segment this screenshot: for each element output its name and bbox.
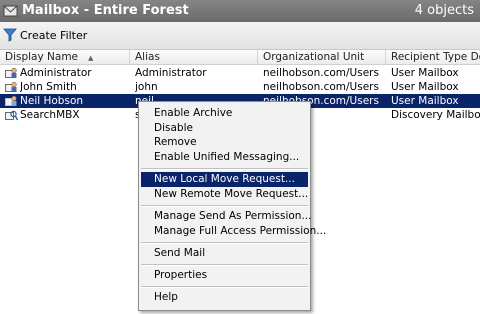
- menu-item-enable-archive[interactable]: Enable Archive: [141, 106, 308, 121]
- menu-item-remove[interactable]: Remove: [141, 135, 308, 150]
- toolbar: Create Filter: [0, 22, 480, 50]
- menu-separator: [141, 264, 308, 266]
- create-filter-button[interactable]: Create Filter: [3, 27, 87, 43]
- column-header: Display Name ▲ Alias Organizational Unit …: [0, 50, 480, 65]
- user-mailbox-icon: [5, 81, 17, 92]
- column-organizational-unit[interactable]: Organizational Unit: [258, 50, 386, 64]
- user-mailbox-icon: [5, 95, 17, 106]
- cell-alias: Administrator: [135, 67, 207, 79]
- menu-item-enable-unified-messaging[interactable]: Enable Unified Messaging...: [141, 150, 308, 165]
- discovery-mailbox-icon: [5, 110, 18, 121]
- cell-type: User Mailbox: [391, 67, 459, 79]
- window-title: Mailbox - Entire Forest: [22, 3, 189, 18]
- menu-separator: [141, 286, 308, 288]
- menu-item-send-mail[interactable]: Send Mail: [141, 246, 308, 261]
- cell-display-name: John Smith: [20, 81, 77, 93]
- menu-item-manage-send-as-permission[interactable]: Manage Send As Permission...: [141, 209, 311, 224]
- column-display-name[interactable]: Display Name ▲: [0, 50, 130, 64]
- column-recipient-type[interactable]: Recipient Type Detail: [386, 50, 480, 64]
- menu-item-help[interactable]: Help: [141, 290, 308, 305]
- menu-item-disable[interactable]: Disable: [141, 121, 308, 136]
- column-label: Display Name: [5, 51, 79, 63]
- mailbox-icon: [3, 5, 18, 17]
- table-row[interactable]: Administrator Administrator neilhobson.c…: [0, 66, 480, 80]
- column-alias[interactable]: Alias: [130, 50, 258, 64]
- window-titlebar: Mailbox - Entire Forest 4 objects: [0, 0, 480, 22]
- context-menu: Enable Archive Disable Remove Enable Uni…: [138, 101, 326, 311]
- filter-icon: [3, 28, 17, 42]
- menu-separator: [141, 205, 308, 207]
- menu-item-manage-full-access-permission[interactable]: Manage Full Access Permission...: [141, 224, 326, 239]
- cell-ou: neilhobson.com/Users: [263, 67, 379, 79]
- menu-item-new-remote-move-request[interactable]: New Remote Move Request...: [141, 187, 308, 202]
- menu-separator: [141, 168, 308, 170]
- menu-item-properties[interactable]: Properties: [141, 268, 308, 283]
- create-filter-label: Create Filter: [20, 28, 88, 42]
- cell-display-name: Neil Hobson: [20, 95, 84, 107]
- cell-type: Discovery Mailbox: [391, 109, 480, 121]
- sort-ascending-icon: ▲: [88, 54, 94, 62]
- object-count: 4 objects: [414, 3, 474, 18]
- cell-alias: john: [135, 81, 158, 93]
- user-mailbox-icon: [5, 67, 17, 78]
- menu-separator: [141, 242, 308, 244]
- cell-type: User Mailbox: [391, 95, 459, 107]
- cell-ou: neilhobson.com/Users: [263, 81, 379, 93]
- menu-item-new-local-move-request[interactable]: New Local Move Request...: [141, 172, 308, 187]
- table-row[interactable]: John Smith john neilhobson.com/Users Use…: [0, 80, 480, 94]
- cell-type: User Mailbox: [391, 81, 459, 93]
- cell-display-name: Administrator: [20, 67, 92, 79]
- cell-display-name: SearchMBX: [20, 109, 80, 121]
